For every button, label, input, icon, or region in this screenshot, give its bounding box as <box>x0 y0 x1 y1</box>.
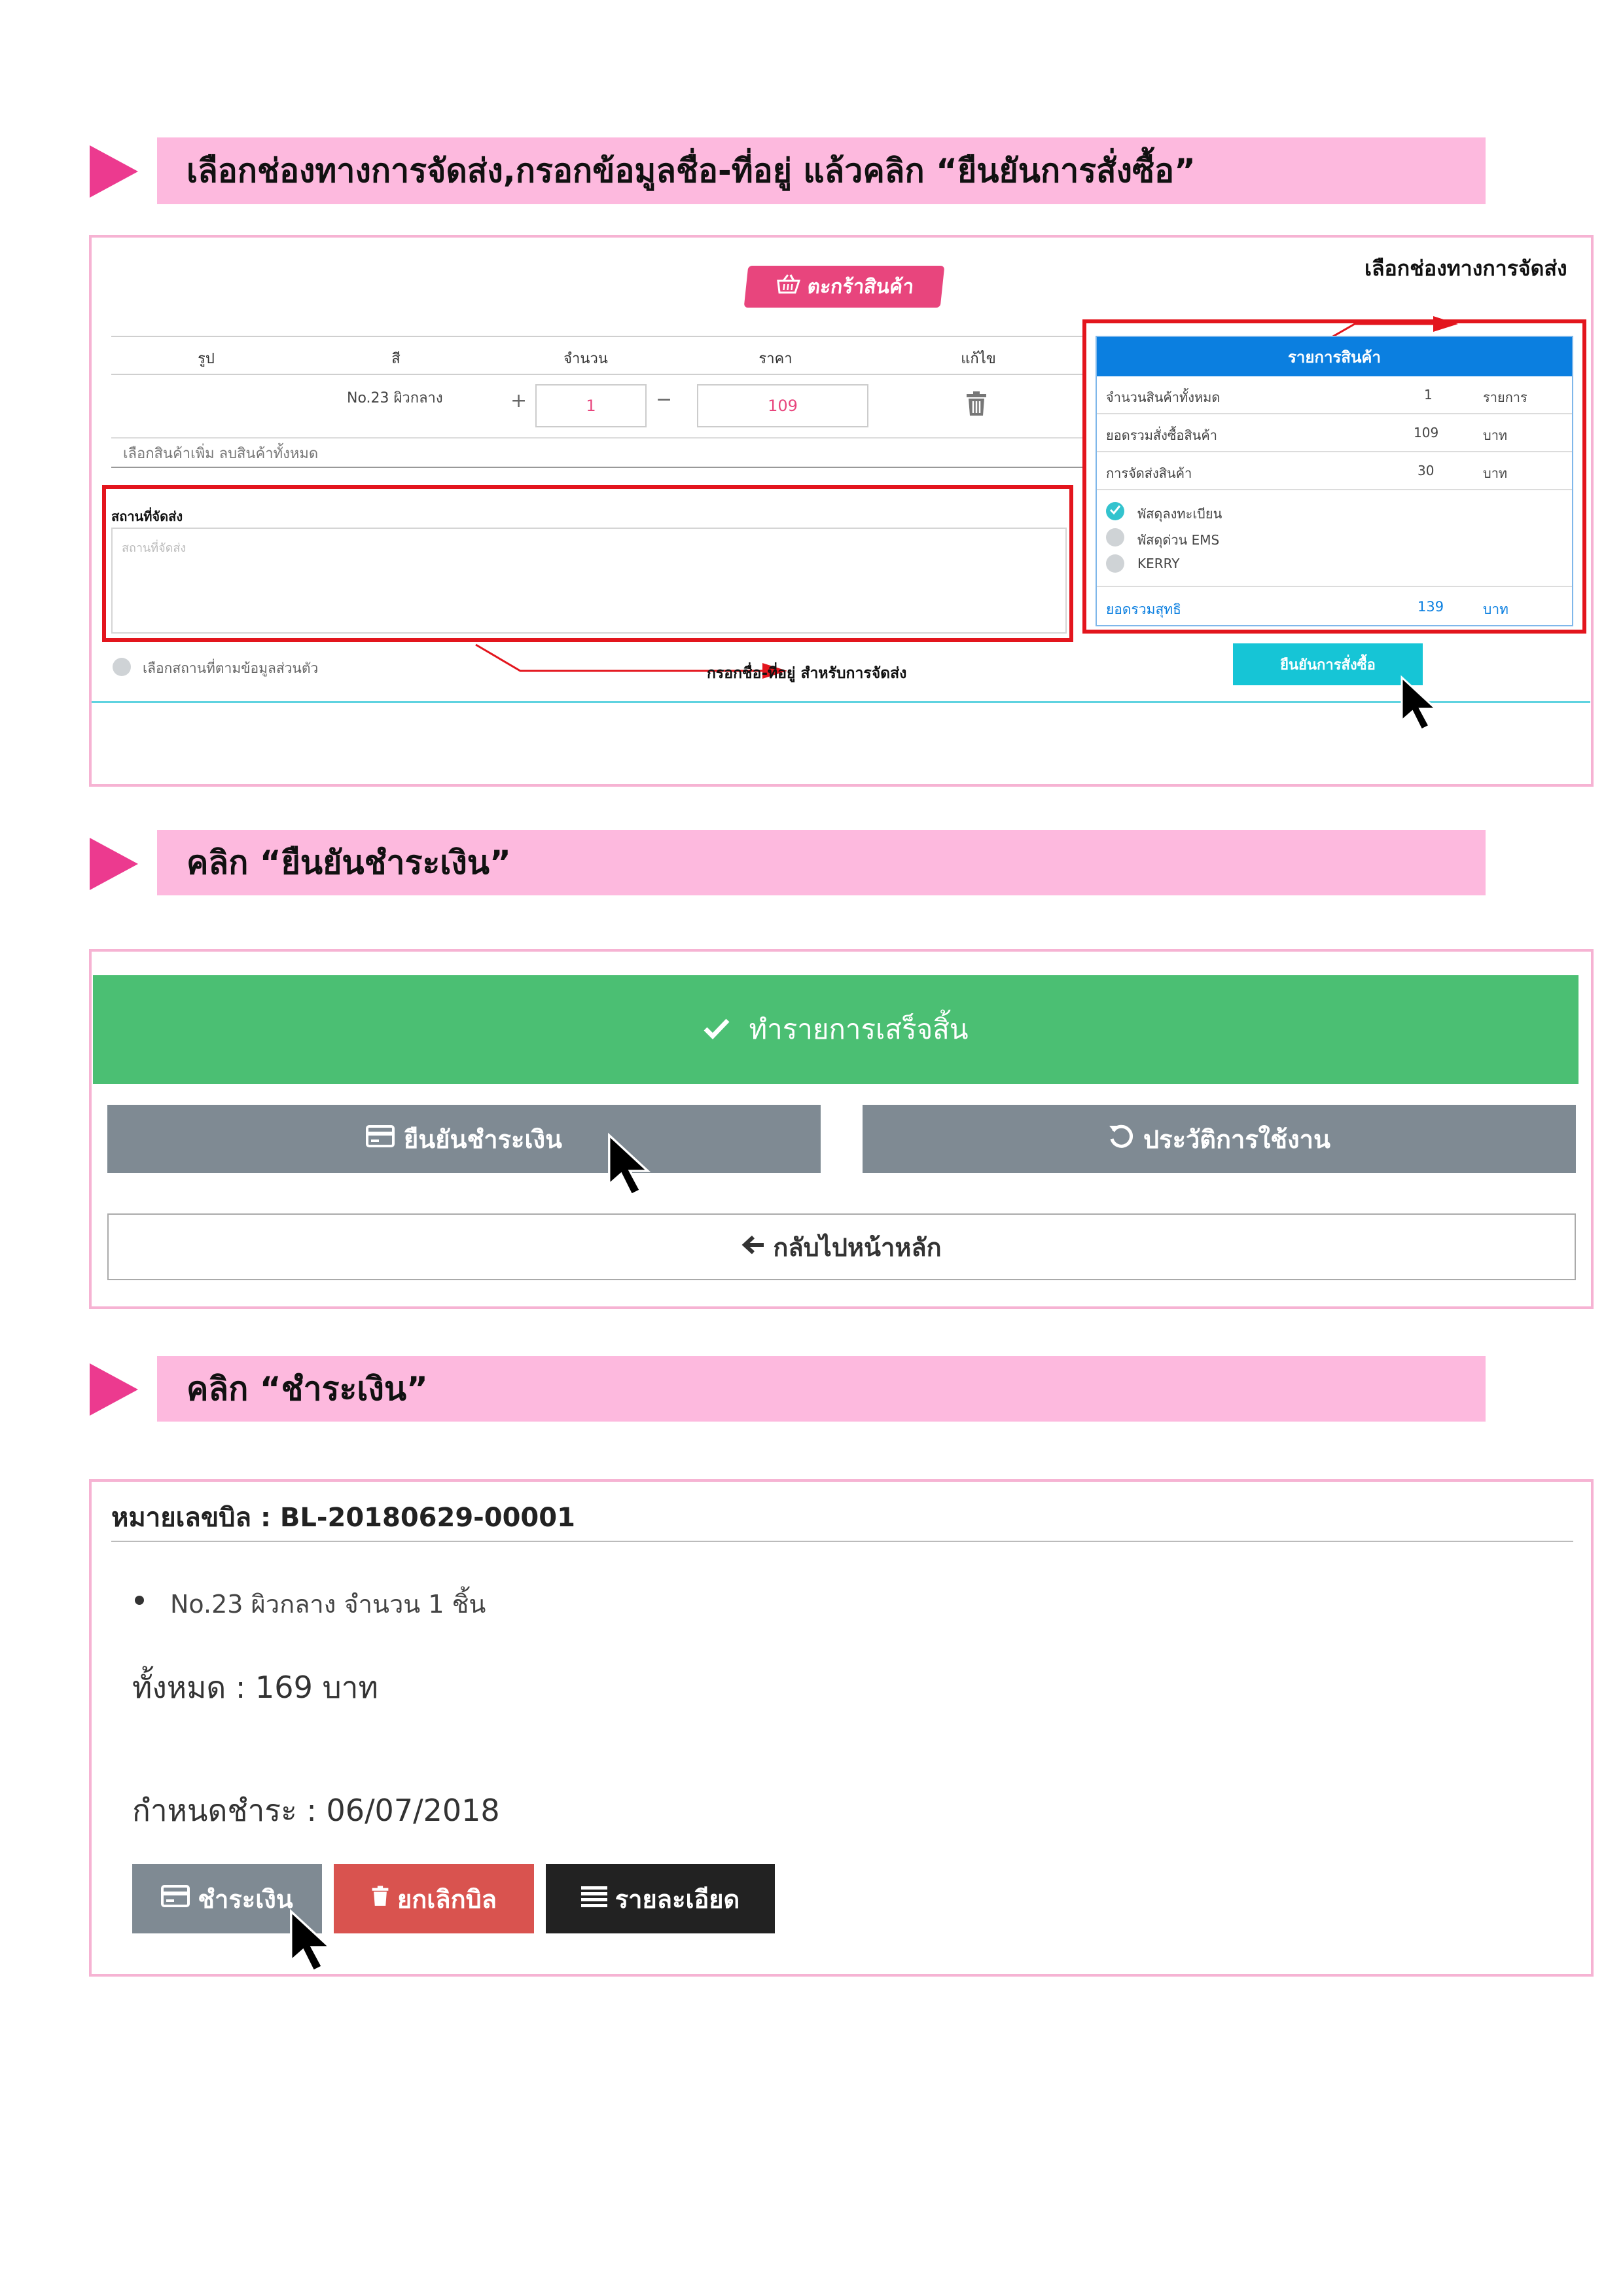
cyan-divider <box>92 701 1590 703</box>
th-qty: จำนวน <box>563 351 608 367</box>
cancel-bill-button[interactable]: ยกเลิกบิล <box>334 1864 534 1933</box>
details-label: รายละเอียด <box>615 1884 740 1914</box>
step3-banner-text: คลิก “ชำระเงิน” <box>187 1369 428 1408</box>
address-textarea[interactable]: สถานที่จัดส่ง <box>111 528 1067 634</box>
step3-marker <box>90 1363 138 1416</box>
step1-banner: เลือกช่องทางการจัดส่ง,กรอกข้อมูลชื่อ-ที่… <box>157 137 1486 204</box>
summary-row: การจัดส่งสินค้า 30 บาท <box>1097 452 1572 490</box>
basket-icon <box>774 273 802 300</box>
summary-row-label: จำนวนสินค้าทั้งหมด <box>1106 389 1221 405</box>
details-button[interactable]: รายละเอียด <box>546 1864 775 1933</box>
shipping-option-registered[interactable] <box>1106 502 1124 520</box>
bill-panel: หมายเลขบิล : BL-20180629-00001 No.23 ผิว… <box>89 1479 1594 1977</box>
summary-row-value: 1 <box>1424 387 1433 403</box>
shipping-option-label: พัสดุด่วน EMS <box>1137 532 1220 548</box>
summary-row-unit: บาท <box>1483 427 1508 443</box>
confirm-payment-button[interactable]: ยืนยันชำระเงิน <box>107 1105 821 1173</box>
cart-links[interactable]: เลือกสินค้าเพิ่ม ลบสินค้าทั้งหมด <box>123 442 318 465</box>
history-icon <box>1108 1123 1134 1155</box>
annotation-address: กรอกชื่อ-ที่อยู่ สำหรับการจัดส่ง <box>707 665 907 682</box>
back-home-button[interactable]: กลับไปหน้าหลัก <box>107 1213 1576 1280</box>
bill-number: หมายเลขบิล : BL-20180629-00001 <box>111 1503 575 1533</box>
mouse-cursor-icon <box>606 1132 658 1198</box>
cart-badge-label: ตะกร้าสินค้า <box>806 275 916 298</box>
credit-card-icon <box>161 1884 190 1913</box>
use-profile-radio[interactable] <box>113 658 131 676</box>
step3-banner: คลิก “ชำระเงิน” <box>157 1356 1486 1422</box>
summary-row-unit: บาท <box>1483 465 1508 481</box>
cancel-bill-label: ยกเลิกบิล <box>397 1884 497 1914</box>
shipping-option-label: พัสดุลงทะเบียน <box>1137 506 1222 522</box>
summary-row: จำนวนสินค้าทั้งหมด 1 รายการ <box>1097 376 1572 414</box>
success-text: ทำรายการเสร็จสิ้น <box>749 1013 969 1045</box>
qty-input[interactable]: 1 <box>535 384 647 427</box>
back-home-label: กลับไปหน้าหลัก <box>773 1232 942 1262</box>
th-color: สี <box>391 351 401 367</box>
step1-marker <box>90 145 138 198</box>
history-button[interactable]: ประวัติการใช้งาน <box>863 1105 1576 1173</box>
summary-total-value: 139 <box>1418 599 1444 615</box>
th-image: รูป <box>198 351 215 367</box>
bill-due-date: กำหนดชำระ : 06/07/2018 <box>132 1793 500 1828</box>
summary-row-value: 30 <box>1418 463 1435 478</box>
pay-label: ชำระเงิน <box>198 1884 293 1914</box>
th-edit: แก้ไข <box>961 351 996 367</box>
trash-icon <box>371 1884 389 1913</box>
cart-divider <box>111 467 1086 468</box>
price-field: 109 <box>697 384 868 427</box>
qty-plus-button[interactable]: + <box>510 389 527 412</box>
summary-row-label: ยอดรวมสั่งซื้อสินค้า <box>1106 427 1217 443</box>
success-alert: ทำรายการเสร็จสิ้น <box>93 975 1578 1084</box>
qty-minus-button[interactable]: − <box>656 388 672 411</box>
shipping-option-ems[interactable] <box>1106 528 1124 547</box>
cart-table-header: รูป สี จำนวน ราคา แก้ไข <box>111 336 1086 375</box>
bill-total: ทั้งหมด : 169 บาท <box>132 1670 378 1705</box>
cart-badge: ตะกร้าสินค้า <box>743 266 945 308</box>
summary-row-value: 109 <box>1414 425 1439 440</box>
step2-banner: คลิก “ยืนยันชำระเงิน” <box>157 830 1486 895</box>
check-icon <box>1109 505 1121 518</box>
mouse-cursor-icon <box>1399 675 1445 732</box>
bullet-dot <box>135 1596 144 1605</box>
step1-banner-text: เลือกช่องทางการจัดส่ง,กรอกข้อมูลชื่อ-ที่… <box>187 151 1196 190</box>
use-profile-label: เลือกสถานที่ตามข้อมูลส่วนตัว <box>143 660 319 676</box>
summary-row: ยอดรวมสั่งซื้อสินค้า 109 บาท <box>1097 414 1572 452</box>
address-label: สถานที่จัดส่ง <box>111 509 183 524</box>
shipping-option-label: KERRY <box>1137 556 1180 571</box>
summary-row-unit: รายการ <box>1483 389 1527 405</box>
list-icon <box>580 1884 607 1913</box>
summary-row-label: การจัดส่งสินค้า <box>1106 465 1192 481</box>
credit-card-icon <box>366 1124 395 1153</box>
confirm-order-button[interactable]: ยืนยันการสั่งซื้อ <box>1233 643 1423 685</box>
summary-total-row: ยอดรวมสุทธิ 139 บาท <box>1097 586 1572 625</box>
summary-total-label: ยอดรวมสุทธิ <box>1106 601 1181 617</box>
th-price: ราคา <box>758 351 793 367</box>
item-color: No.23 ผิวกลาง <box>347 390 443 406</box>
bill-divider <box>111 1541 1573 1542</box>
step2-banner-text: คลิก “ยืนยันชำระเงิน” <box>187 843 511 882</box>
mouse-cursor-icon <box>288 1909 340 1974</box>
address-placeholder: สถานที่จัดส่ง <box>122 541 187 555</box>
shipping-option-kerry[interactable] <box>1106 554 1124 573</box>
order-summary: รายการสินค้า จำนวนสินค้าทั้งหมด 1 รายการ… <box>1096 336 1573 626</box>
arrow-left-icon <box>741 1232 765 1261</box>
summary-title: รายการสินค้า <box>1097 337 1572 376</box>
cart-screenshot-panel: ตะกร้าสินค้า เลือกช่องทางการจัดส่ง รูป ส… <box>89 235 1594 787</box>
summary-total-unit: บาท <box>1483 601 1508 617</box>
confirm-payment-label: ยืนยันชำระเงิน <box>404 1124 562 1154</box>
check-icon <box>703 1014 730 1046</box>
bill-item-line: No.23 ผิวกลาง จำนวน 1 ชิ้น <box>170 1590 486 1619</box>
payment-confirm-panel: ทำรายการเสร็จสิ้น ยืนยันชำระเงิน ประวัติ… <box>89 949 1594 1309</box>
trash-icon[interactable] <box>965 391 988 420</box>
step2-marker <box>90 838 138 890</box>
cart-item-row: No.23 ผิวกลาง + 1 − 109 <box>111 376 1086 439</box>
history-label: ประวัติการใช้งาน <box>1143 1124 1330 1154</box>
